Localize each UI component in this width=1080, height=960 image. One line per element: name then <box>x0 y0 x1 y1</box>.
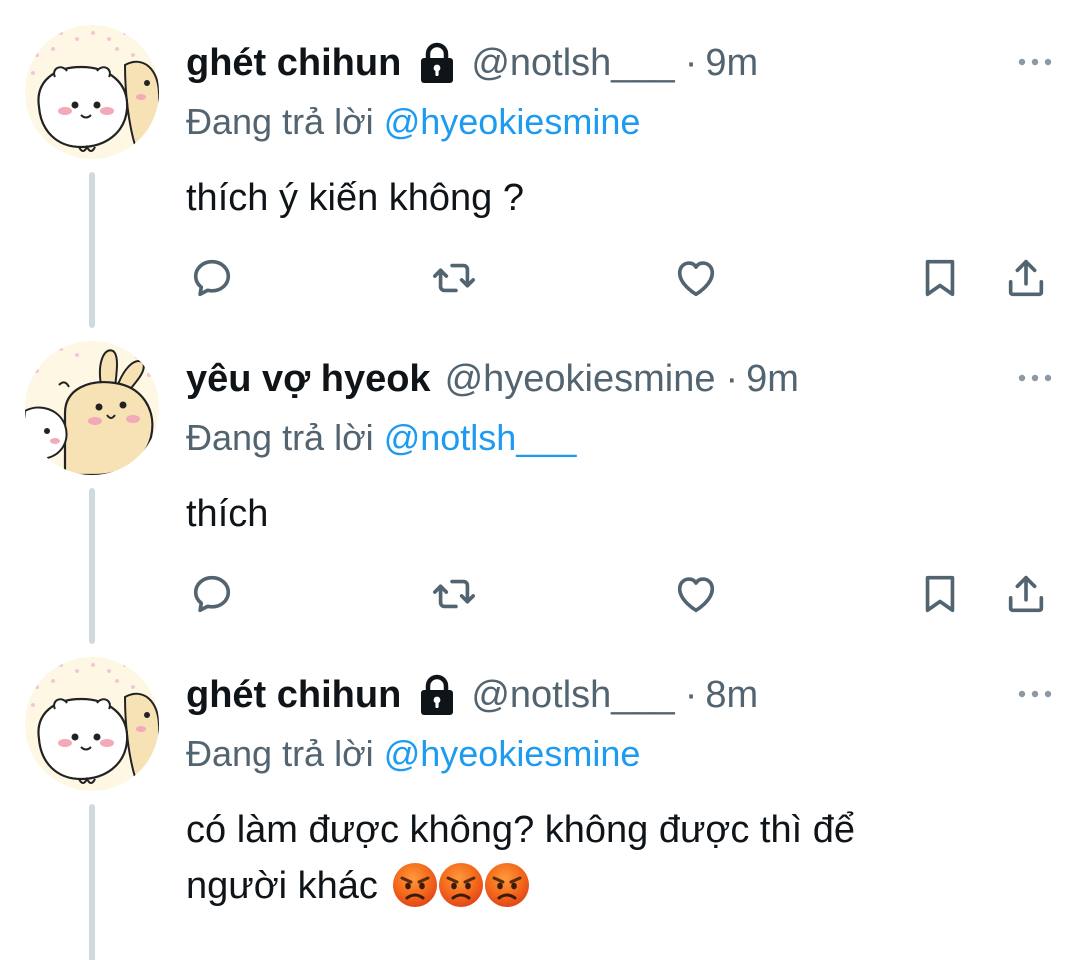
more-icon[interactable] <box>1015 52 1055 72</box>
separator: · <box>684 673 698 716</box>
retweet-button[interactable] <box>428 568 480 620</box>
mention-link[interactable]: @notlsh___ <box>384 417 577 458</box>
tweet-header: yêu vợ hyeok @hyeokiesmine · 9m <box>186 356 799 402</box>
username[interactable]: @notlsh___ <box>471 674 674 717</box>
share-button[interactable] <box>1000 252 1052 304</box>
reply-prefix: Đang trả lời <box>186 733 374 774</box>
angry-face-emoji-icon <box>392 862 438 908</box>
thread-line <box>89 172 95 328</box>
share-button[interactable] <box>1000 568 1052 620</box>
angry-face-emoji-icon <box>484 862 530 908</box>
tweet-text: thích ý kiến không ? <box>186 177 524 219</box>
bunny-avatar-icon <box>25 341 159 475</box>
avatar[interactable] <box>25 25 159 159</box>
tweet[interactable]: ghét chihun @notlsh___ · 9m Đang trả lời… <box>0 0 1080 330</box>
bookmark-button[interactable] <box>914 568 966 620</box>
replying-to: Đang trả lời @hyeokiesmine <box>186 101 640 143</box>
replying-to: Đang trả lời @notlsh___ <box>186 417 576 459</box>
thread-line <box>89 804 95 960</box>
tweet-text-line: người khác <box>186 858 1046 914</box>
bookmark-button[interactable] <box>914 252 966 304</box>
tweet-text-line: có làm được không? không được thì để <box>186 809 855 851</box>
tweet-text: có làm được không? không được thì để ngư… <box>186 802 1046 914</box>
hamster-avatar-icon <box>25 25 159 159</box>
reply-button[interactable] <box>186 252 238 304</box>
hamster-avatar-icon <box>25 657 159 791</box>
reply-icon <box>189 255 235 301</box>
tweet-header: ghét chihun @notlsh___ · 8m <box>186 672 758 718</box>
tweet-text: thích <box>186 493 269 535</box>
share-icon <box>1003 571 1049 617</box>
action-bar <box>0 252 1080 304</box>
bookmark-icon <box>917 571 963 617</box>
like-icon <box>673 255 719 301</box>
display-name[interactable]: yêu vợ hyeok <box>186 358 431 401</box>
mention-link[interactable]: @hyeokiesmine <box>384 101 641 142</box>
thread-line <box>89 488 95 644</box>
reply-prefix: Đang trả lời <box>186 101 374 142</box>
avatar[interactable] <box>25 341 159 475</box>
tweet-text-fragment: người khác <box>186 865 378 907</box>
tweet-header: ghét chihun @notlsh___ · 9m <box>186 40 758 86</box>
retweet-button[interactable] <box>428 252 480 304</box>
timestamp[interactable]: 9m <box>705 42 758 85</box>
tweet[interactable]: ghét chihun @notlsh___ · 8m Đang trả lời… <box>0 632 1080 960</box>
more-icon[interactable] <box>1015 684 1055 704</box>
share-icon <box>1003 255 1049 301</box>
action-bar <box>0 568 1080 620</box>
tweet[interactable]: yêu vợ hyeok @hyeokiesmine · 9m Đang trả… <box>0 316 1080 646</box>
reply-prefix: Đang trả lời <box>186 417 374 458</box>
lock-icon <box>417 674 457 716</box>
bookmark-icon <box>917 255 963 301</box>
like-icon <box>673 571 719 617</box>
timestamp[interactable]: 9m <box>746 358 799 401</box>
reply-icon <box>189 571 235 617</box>
angry-face-emoji-icon <box>438 862 484 908</box>
display-name[interactable]: ghét chihun <box>186 674 401 717</box>
mention-link[interactable]: @hyeokiesmine <box>384 733 641 774</box>
avatar[interactable] <box>25 657 159 791</box>
lock-icon <box>417 42 457 84</box>
retweet-icon <box>431 255 477 301</box>
more-icon[interactable] <box>1015 368 1055 388</box>
like-button[interactable] <box>670 252 722 304</box>
replying-to: Đang trả lời @hyeokiesmine <box>186 733 640 775</box>
retweet-icon <box>431 571 477 617</box>
separator: · <box>684 41 698 84</box>
display-name[interactable]: ghét chihun <box>186 42 401 85</box>
username[interactable]: @hyeokiesmine <box>445 358 716 401</box>
timestamp[interactable]: 8m <box>705 674 758 717</box>
reply-button[interactable] <box>186 568 238 620</box>
separator: · <box>725 357 739 400</box>
username[interactable]: @notlsh___ <box>471 42 674 85</box>
like-button[interactable] <box>670 568 722 620</box>
